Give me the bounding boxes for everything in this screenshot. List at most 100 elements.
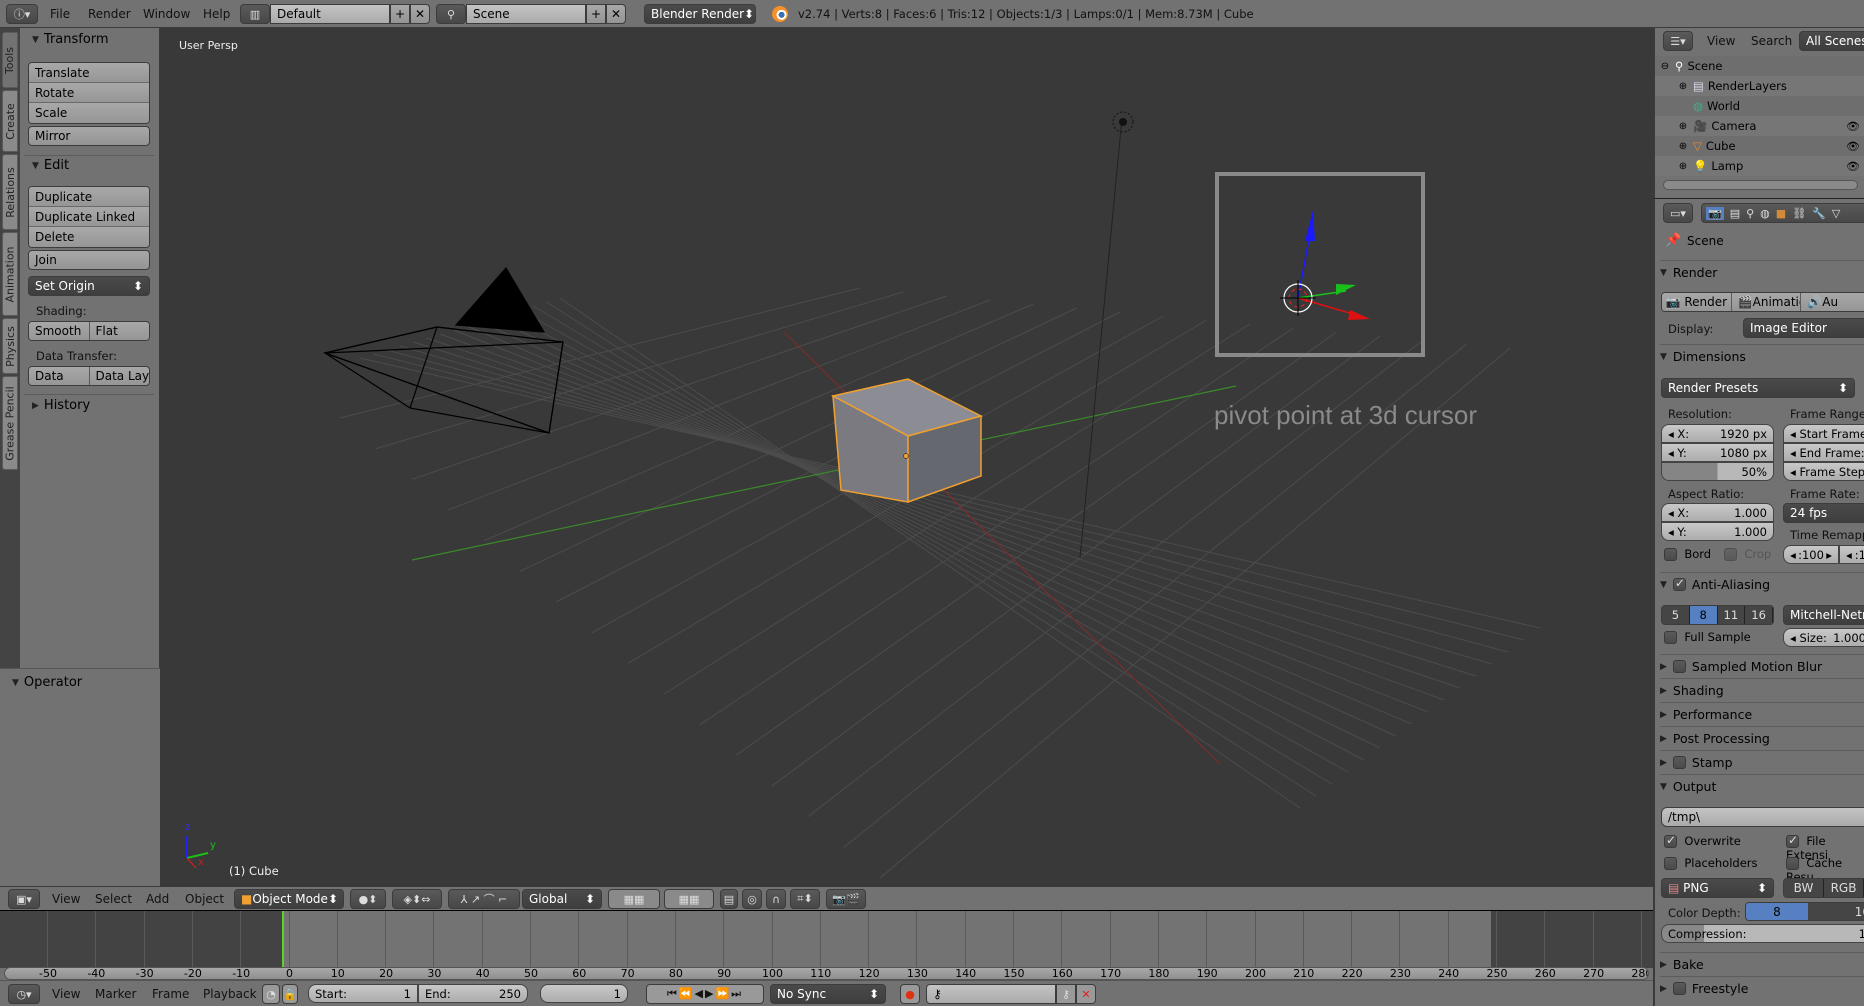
shading-panel-header[interactable]: ▶ Shading	[1660, 678, 1864, 702]
output-path-field[interactable]: /tmp\	[1661, 807, 1864, 827]
filter-size-field[interactable]: ◂ Size: 1.000	[1783, 628, 1864, 647]
translate-button[interactable]: Translate	[29, 63, 149, 83]
rotate-button[interactable]: Rotate	[29, 83, 149, 103]
add-scene-button[interactable]: +	[586, 4, 606, 24]
lamp-object[interactable]	[1112, 111, 1134, 133]
file-format-select[interactable]: ▤ PNG ⬍	[1661, 878, 1774, 898]
snap-toggle-icon[interactable]: ∩	[766, 889, 786, 909]
render-panel-header[interactable]: ▼ Render	[1660, 260, 1864, 284]
menu-frame[interactable]: Frame	[152, 981, 189, 1006]
mirror-button[interactable]: Mirror	[28, 126, 150, 146]
dimensions-panel-header[interactable]: ▼ Dimensions	[1660, 344, 1864, 368]
outliner-item[interactable]: ⊕ ▤ RenderLayers	[1655, 76, 1864, 96]
sampled-motion-blur-panel-header[interactable]: ▶ Sampled Motion Blur	[1660, 654, 1864, 678]
tab-physics[interactable]: Physics	[2, 318, 18, 374]
snap-element-select[interactable]: ⌗⬍	[790, 889, 820, 909]
expand-icon[interactable]: ⊕	[1677, 121, 1689, 132]
menu-view[interactable]: View	[52, 887, 80, 910]
end-frame-field[interactable]: End: 250	[418, 984, 528, 1003]
proportional-edit-icon[interactable]: ◎	[742, 889, 762, 909]
screen-layout-icon[interactable]: ▥	[240, 4, 270, 24]
object-tab-icon[interactable]: ■	[1776, 207, 1786, 220]
frame-rate-select[interactable]: 24 fps	[1783, 503, 1864, 523]
expand-icon[interactable]: ⊕	[1677, 141, 1689, 152]
outliner-item[interactable]: ⊕ ▽ Cube 👁	[1655, 136, 1864, 156]
time-remap-new-field[interactable]: ◂:1	[1839, 545, 1864, 564]
context-tabs[interactable]: 📷 ▤ ⚲ ◍ ■ ⛓ 🔧 ▽	[1701, 203, 1864, 223]
expand-icon[interactable]: ⊕	[1677, 161, 1689, 172]
editor-type-3dview-button[interactable]: ▣▾	[8, 889, 40, 909]
resolution-y-field[interactable]: ◂ Y: 1080 px	[1661, 443, 1774, 462]
pin-icon[interactable]: 📌	[1665, 233, 1681, 248]
smooth-button[interactable]: Smooth	[29, 322, 90, 340]
tab-create[interactable]: Create	[2, 90, 18, 152]
visibility-eye-icon[interactable]: 👁	[1846, 120, 1860, 133]
scale-button[interactable]: Scale	[29, 103, 149, 123]
outliner-item[interactable]: ⊕ 🎥 Camera 👁	[1655, 116, 1864, 136]
delete-keyframe-icon[interactable]: ✕	[1076, 984, 1096, 1004]
color-depth-8[interactable]: 8	[1746, 903, 1808, 920]
expand-icon[interactable]: ⊕	[1677, 81, 1689, 92]
aa-samples-11[interactable]: 11	[1717, 606, 1746, 624]
remove-scene-button[interactable]: ✕	[606, 4, 626, 24]
manipulator-toggle[interactable]: ⅄ ↗ ⌒ ⌐	[448, 889, 520, 909]
anti-aliasing-checkbox[interactable]	[1672, 576, 1686, 591]
stamp-panel-header[interactable]: ▶ Stamp	[1660, 750, 1864, 774]
outliner-scrollbar[interactable]	[1663, 180, 1858, 190]
duplicate-button[interactable]: Duplicate	[29, 187, 149, 207]
color-mode-rgb[interactable]: RGB	[1824, 879, 1864, 897]
timeline-ruler[interactable]: -50 -40 -30 -20 -10 0 10 20 30 40 50 60 70 80 90 100 110…	[4, 967, 1649, 980]
aa-samples-8[interactable]: 8	[1689, 606, 1718, 624]
remove-layout-button[interactable]: ✕	[410, 4, 430, 24]
menu-file[interactable]: File	[50, 0, 70, 27]
menu-object[interactable]: Object	[185, 887, 224, 910]
resolution-x-field[interactable]: ◂ X: 1920 px	[1661, 424, 1774, 443]
menu-outliner-search[interactable]: Search	[1751, 28, 1792, 54]
add-layout-button[interactable]: +	[390, 4, 410, 24]
anti-aliasing-panel-header[interactable]: ▼Anti-Aliasing	[1660, 572, 1864, 596]
set-origin-dropdown[interactable]: Set Origin ⬍	[28, 276, 150, 296]
cube-object[interactable]	[830, 378, 984, 504]
menu-timeline-view[interactable]: View	[52, 981, 80, 1006]
insert-keyframe-icon[interactable]: ⚷	[1056, 984, 1076, 1004]
color-mode-bw[interactable]: BW	[1784, 879, 1824, 897]
history-panel-header[interactable]: ▶ History	[32, 398, 90, 413]
render-animation-button[interactable]: 🎬Animation	[1731, 293, 1802, 311]
start-frame-field[interactable]: Start: 1	[308, 984, 418, 1003]
tab-animation[interactable]: Animation	[2, 232, 18, 316]
frame-step-field[interactable]: ◂ Frame Step:	[1783, 462, 1864, 481]
crop-checkbox[interactable]: Crop	[1724, 547, 1771, 561]
overwrite-checkbox[interactable]: Overwrite	[1664, 833, 1741, 848]
scene-tab-icon[interactable]: ⚲	[1746, 207, 1754, 220]
editor-type-timeline-button[interactable]: ◷▾	[8, 984, 40, 1004]
visibility-eye-icon[interactable]: 👁	[1846, 160, 1860, 173]
transform-panel-header[interactable]: ▼ Transform	[32, 32, 109, 47]
current-frame-field[interactable]: 1	[540, 984, 628, 1003]
compression-slider[interactable]: Compression:1	[1661, 924, 1864, 943]
playback-controls[interactable]: ⏮⏪◀▶⏩⏭	[646, 984, 764, 1004]
menu-playback[interactable]: Playback	[203, 981, 257, 1006]
duplicate-linked-button[interactable]: Duplicate Linked	[29, 207, 149, 227]
edit-panel-header[interactable]: ▼ Edit	[32, 158, 69, 173]
tab-tools[interactable]: Tools	[2, 32, 18, 88]
freestyle-checkbox[interactable]	[1672, 982, 1686, 995]
render-audio-button[interactable]: 🔊 Au	[1801, 293, 1864, 311]
3d-viewport[interactable]: User Persp z y x (1) Cube pivot point at…	[160, 28, 1653, 886]
flat-button[interactable]: Flat	[89, 322, 149, 340]
aspect-x-field[interactable]: ◂ X: 1.000	[1661, 503, 1774, 522]
pivot-point-select[interactable]: ◈⬍⇔	[392, 889, 442, 909]
outliner-item[interactable]: ◍ World	[1655, 96, 1864, 116]
bake-panel-header[interactable]: ▶ Bake	[1660, 952, 1864, 976]
render-tab-icon[interactable]: 📷	[1706, 206, 1724, 220]
menu-render[interactable]: Render	[88, 0, 131, 27]
aa-samples-16[interactable]: 16	[1745, 606, 1773, 624]
preview-range-toggle[interactable]: ◔	[262, 984, 280, 1004]
display-select[interactable]: Image Editor	[1743, 318, 1864, 338]
display-mode-select[interactable]: All Scenes	[1799, 31, 1864, 51]
render-image-button[interactable]: 📷 Render	[1662, 293, 1732, 311]
placeholders-checkbox[interactable]: Placeholders	[1664, 856, 1758, 870]
tab-grease-pencil[interactable]: Grease Pencil	[2, 376, 18, 470]
scene-icon[interactable]: ⚲	[436, 4, 466, 24]
menu-add[interactable]: Add	[146, 887, 169, 910]
editor-type-outliner-button[interactable]: ☰▾	[1663, 31, 1693, 51]
